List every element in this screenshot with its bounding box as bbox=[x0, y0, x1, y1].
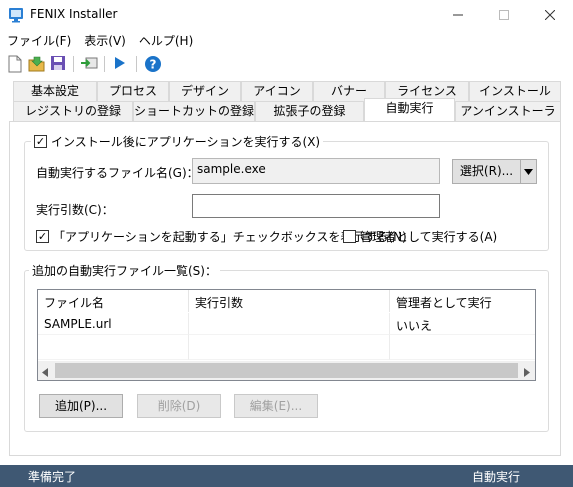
help-icon[interactable]: ? bbox=[144, 55, 162, 73]
run-as-admin-row[interactable]: 管理者として実行する(A) bbox=[343, 228, 497, 245]
table-cell-filename[interactable]: SAMPLE.url bbox=[38, 313, 189, 335]
run-as-admin-label: 管理者として実行する(A) bbox=[360, 230, 498, 244]
maximize-icon bbox=[499, 10, 509, 20]
toolbar-separator bbox=[73, 56, 74, 72]
save-icon[interactable] bbox=[50, 55, 68, 73]
toolbar: ? bbox=[0, 51, 573, 77]
autorun-file-field[interactable]: sample.exe bbox=[192, 158, 440, 184]
menu-bar: ファイル(F) 表示(V) ヘルプ(H) bbox=[0, 30, 573, 50]
check-icon: ✓ bbox=[35, 135, 46, 148]
tab-extension[interactable]: 拡張子の登録 bbox=[255, 101, 364, 121]
app-icon bbox=[8, 7, 24, 23]
autorun-enable-checkbox[interactable]: ✓ bbox=[34, 135, 47, 148]
autorun-enable-row[interactable]: ✓ インストール後にアプリケーションを実行する(X) bbox=[31, 133, 324, 150]
toolbar-separator bbox=[104, 56, 105, 72]
scroll-left-icon[interactable] bbox=[42, 366, 48, 380]
tab-autorun[interactable]: 自動実行 bbox=[364, 98, 455, 121]
status-text: 準備完了 bbox=[28, 470, 77, 484]
menu-file[interactable]: ファイル(F) bbox=[0, 30, 77, 50]
tab-process[interactable]: プロセス bbox=[97, 81, 169, 101]
column-header-admin[interactable]: 管理者として実行 bbox=[390, 290, 535, 312]
check-icon: ✓ bbox=[37, 230, 48, 243]
menu-help[interactable]: ヘルプ(H) bbox=[132, 30, 199, 50]
svg-text:?: ? bbox=[150, 58, 157, 72]
close-icon bbox=[545, 10, 555, 20]
column-header-filename[interactable]: ファイル名 bbox=[38, 290, 189, 312]
run-icon[interactable] bbox=[112, 55, 130, 73]
tab-basic-settings[interactable]: 基本設定 bbox=[13, 81, 97, 101]
run-as-admin-checkbox[interactable] bbox=[343, 230, 356, 243]
additional-group-label: 追加の自動実行ファイル一覧(S)： bbox=[29, 262, 220, 279]
table-cell-empty bbox=[38, 335, 189, 360]
scroll-right-icon[interactable] bbox=[524, 366, 530, 380]
maximize-button[interactable] bbox=[481, 0, 527, 30]
select-file-dropdown[interactable] bbox=[520, 159, 537, 184]
scrollbar-thumb[interactable] bbox=[55, 363, 518, 378]
tab-uninstaller[interactable]: アンインストーラ bbox=[455, 101, 561, 121]
tab-registry[interactable]: レジストリの登録 bbox=[13, 101, 133, 121]
column-header-args[interactable]: 実行引数 bbox=[189, 290, 390, 312]
table-cell-args[interactable] bbox=[189, 313, 390, 335]
import-icon[interactable] bbox=[80, 55, 98, 73]
delete-button[interactable]: 削除(D) bbox=[137, 394, 221, 418]
autorun-enable-label: インストール後にアプリケーションを実行する(X) bbox=[51, 135, 321, 149]
autorun-file-label: 自動実行するファイル名(G)： bbox=[36, 166, 199, 180]
select-file-button[interactable]: 選択(R)... bbox=[452, 159, 521, 184]
horizontal-scrollbar[interactable] bbox=[38, 361, 535, 380]
tab-icon[interactable]: アイコン bbox=[241, 81, 313, 101]
minimize-icon bbox=[453, 14, 463, 16]
close-button[interactable] bbox=[527, 0, 573, 30]
tab-install[interactable]: インストール bbox=[469, 81, 561, 101]
additional-file-list[interactable]: ファイル名 実行引数 管理者として実行 SAMPLE.url いいえ bbox=[37, 289, 536, 381]
new-file-icon[interactable] bbox=[7, 55, 25, 73]
minimize-button[interactable] bbox=[435, 0, 481, 30]
table-cell-empty bbox=[390, 335, 535, 360]
title-bar: FENIX Installer bbox=[0, 0, 573, 30]
show-checkbox-checkbox[interactable]: ✓ bbox=[36, 230, 49, 243]
toolbar-separator bbox=[136, 56, 137, 72]
open-folder-icon[interactable] bbox=[28, 55, 46, 73]
edit-button[interactable]: 編集(E)... bbox=[234, 394, 318, 418]
add-button[interactable]: 追加(P)... bbox=[39, 394, 123, 418]
table-cell-empty bbox=[189, 335, 390, 360]
tab-design[interactable]: デザイン bbox=[169, 81, 241, 101]
autorun-args-field[interactable] bbox=[192, 194, 440, 218]
status-bar: 準備完了 自動実行 bbox=[0, 465, 573, 487]
dropdown-arrow-icon bbox=[524, 169, 533, 175]
table-cell-admin[interactable]: いいえ bbox=[390, 313, 535, 335]
tab-content-panel: ✓ インストール後にアプリケーションを実行する(X) 自動実行するファイル名(G… bbox=[9, 121, 561, 456]
autorun-args-label: 実行引数(C)： bbox=[36, 203, 114, 217]
window-title: FENIX Installer bbox=[30, 7, 118, 21]
status-current-page: 自動実行 bbox=[472, 470, 521, 484]
tab-shortcut[interactable]: ショートカットの登録 bbox=[133, 101, 255, 121]
menu-view[interactable]: 表示(V) bbox=[77, 30, 132, 50]
